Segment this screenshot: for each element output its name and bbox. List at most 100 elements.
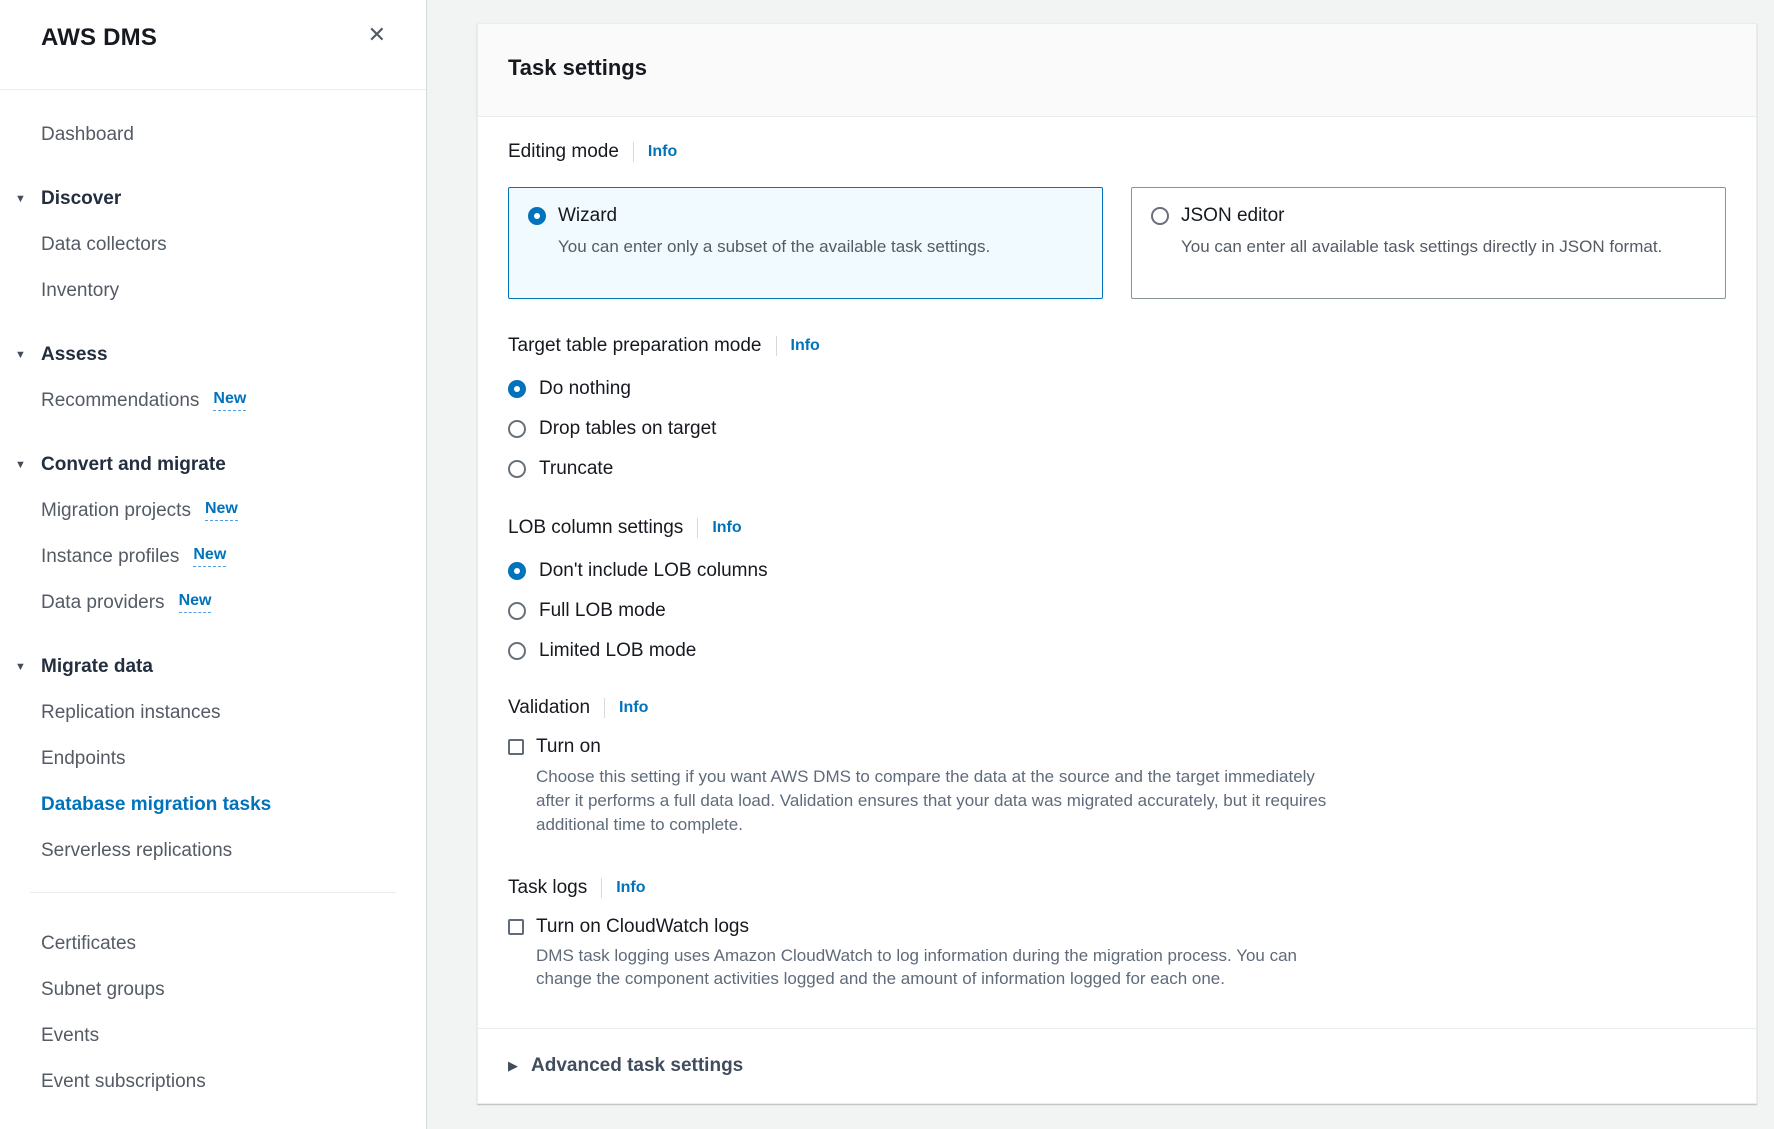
validation-info-link[interactable]: Info bbox=[619, 699, 648, 717]
radio-option-full-lob-mode[interactable]: Full LOB mode bbox=[508, 591, 1726, 631]
new-badge[interactable]: New bbox=[213, 391, 246, 411]
sidebar-item-label: Inventory bbox=[41, 280, 119, 302]
tile-json-editor[interactable]: JSON editor You can enter all available … bbox=[1131, 187, 1726, 299]
radio-icon[interactable] bbox=[508, 642, 526, 660]
sidebar-item-events[interactable]: Events bbox=[0, 1013, 426, 1059]
page-title: Task settings bbox=[508, 53, 1726, 83]
section-header-label: Discover bbox=[41, 188, 121, 210]
tile-wizard[interactable]: Wizard You can enter only a subset of th… bbox=[508, 187, 1103, 299]
radio-selected-icon[interactable] bbox=[528, 207, 546, 225]
sidebar-item-label: Data collectors bbox=[41, 234, 167, 256]
label-divider bbox=[601, 878, 602, 898]
advanced-task-settings-expander[interactable]: ▶ Advanced task settings bbox=[478, 1028, 1756, 1103]
task-logs-label-row: Task logs Info bbox=[508, 877, 1726, 899]
section-header-label: Assess bbox=[41, 344, 108, 366]
checkbox-icon[interactable] bbox=[508, 919, 524, 935]
sidebar-item-migration-projects[interactable]: Migration projects New bbox=[0, 488, 426, 534]
card-body: Editing mode Info Wizard You can enter o… bbox=[478, 117, 1756, 1028]
validation-label: Validation bbox=[508, 697, 590, 719]
sidebar-section-header-discover[interactable]: ▼ Discover bbox=[0, 176, 426, 222]
sidebar-item-endpoints[interactable]: Endpoints bbox=[0, 736, 426, 782]
sidebar-section-header-migrate-data[interactable]: ▼ Migrate data bbox=[0, 644, 426, 690]
sidebar-item-label: Events bbox=[41, 1025, 99, 1047]
sidebar-item-label: Instance profiles bbox=[41, 546, 179, 568]
radio-icon[interactable] bbox=[508, 420, 526, 438]
sidebar-item-replication-instances[interactable]: Replication instances bbox=[0, 690, 426, 736]
checkbox-icon[interactable] bbox=[508, 739, 524, 755]
sidebar-item-database-migration-tasks[interactable]: Database migration tasks bbox=[0, 782, 426, 828]
task-logs-label: Task logs bbox=[508, 877, 587, 899]
radio-option-drop-tables-on-target[interactable]: Drop tables on target bbox=[508, 409, 1726, 449]
sidebar-item-label: Event subscriptions bbox=[41, 1071, 206, 1093]
new-badge[interactable]: New bbox=[193, 547, 226, 567]
target-table-prep-options: Do nothing Drop tables on target Truncat… bbox=[508, 369, 1726, 489]
lob-settings-section: LOB column settings Info Don't include L… bbox=[508, 517, 1726, 671]
validation-label-row: Validation Info bbox=[508, 697, 1726, 719]
sidebar: AWS DMS ✕ Dashboard ▼ Discover Data coll… bbox=[0, 0, 427, 1129]
section-header-label: Migrate data bbox=[41, 656, 153, 678]
editing-mode-info-link[interactable]: Info bbox=[648, 143, 677, 161]
sidebar-item-label: Data providers bbox=[41, 592, 165, 614]
sidebar-header: AWS DMS ✕ bbox=[0, 0, 426, 90]
target-table-prep-info-link[interactable]: Info bbox=[791, 337, 820, 355]
lob-settings-label-row: LOB column settings Info bbox=[508, 517, 1726, 539]
triangle-down-icon: ▼ bbox=[15, 459, 41, 471]
radio-selected-icon[interactable] bbox=[508, 562, 526, 580]
sidebar-section-header-convert-and-migrate[interactable]: ▼ Convert and migrate bbox=[0, 442, 426, 488]
sidebar-item-label: Endpoints bbox=[41, 748, 126, 770]
radio-icon[interactable] bbox=[1151, 207, 1169, 225]
target-table-prep-label: Target table preparation mode bbox=[508, 335, 762, 357]
radio-icon[interactable] bbox=[508, 460, 526, 478]
radio-selected-icon[interactable] bbox=[508, 380, 526, 398]
validation-section: Validation Info Turn on Choose this sett… bbox=[508, 697, 1726, 837]
lob-settings-options: Don't include LOB columns Full LOB mode … bbox=[508, 551, 1726, 671]
label-divider bbox=[697, 518, 698, 538]
task-logs-info-link[interactable]: Info bbox=[616, 879, 645, 897]
task-logs-section: Task logs Info Turn on CloudWatch logs D… bbox=[508, 877, 1726, 990]
validation-turn-on-checkbox-row[interactable]: Turn on bbox=[508, 735, 1726, 759]
sidebar-item-recommendations[interactable]: Recommendations New bbox=[0, 378, 426, 424]
target-table-prep-label-row: Target table preparation mode Info bbox=[508, 335, 1726, 357]
new-badge[interactable]: New bbox=[179, 593, 212, 613]
task-logs-description: DMS task logging uses Amazon CloudWatch … bbox=[536, 944, 1726, 990]
radio-option-do-nothing[interactable]: Do nothing bbox=[508, 369, 1726, 409]
sidebar-item-label: Subnet groups bbox=[41, 979, 165, 1001]
sidebar-item-data-providers[interactable]: Data providers New bbox=[0, 580, 426, 626]
sidebar-item-inventory[interactable]: Inventory bbox=[0, 268, 426, 314]
sidebar-item-label: Replication instances bbox=[41, 702, 221, 724]
radio-option-truncate[interactable]: Truncate bbox=[508, 449, 1726, 489]
main-content: Task settings Editing mode Info Wizard Y… bbox=[427, 0, 1774, 1129]
sidebar-item-dashboard[interactable]: Dashboard bbox=[0, 112, 426, 158]
close-icon[interactable]: ✕ bbox=[366, 22, 388, 48]
sidebar-item-instance-profiles[interactable]: Instance profiles New bbox=[0, 534, 426, 580]
radio-icon[interactable] bbox=[508, 602, 526, 620]
sidebar-item-certificates[interactable]: Certificates bbox=[0, 921, 426, 967]
sidebar-section-discover: ▼ Discover Data collectors Inventory bbox=[0, 176, 426, 314]
sidebar-item-subnet-groups[interactable]: Subnet groups bbox=[0, 967, 426, 1013]
triangle-down-icon: ▼ bbox=[15, 193, 41, 205]
sidebar-section-migrate-data: ▼ Migrate data Replication instances End… bbox=[0, 644, 426, 874]
app-title: AWS DMS bbox=[41, 24, 157, 52]
radio-option-dont-include-lob[interactable]: Don't include LOB columns bbox=[508, 551, 1726, 591]
triangle-down-icon: ▼ bbox=[15, 349, 41, 361]
section-header-label: Convert and migrate bbox=[41, 454, 226, 476]
lob-settings-info-link[interactable]: Info bbox=[712, 519, 741, 537]
triangle-down-icon: ▼ bbox=[15, 661, 41, 673]
tile-json-editor-label: JSON editor bbox=[1181, 204, 1662, 228]
sidebar-item-event-subscriptions[interactable]: Event subscriptions bbox=[0, 1059, 426, 1105]
target-table-prep-section: Target table preparation mode Info Do no… bbox=[508, 335, 1726, 489]
sidebar-item-data-collectors[interactable]: Data collectors bbox=[0, 222, 426, 268]
sidebar-item-serverless-replications[interactable]: Serverless replications bbox=[0, 828, 426, 874]
advanced-task-settings-label: Advanced task settings bbox=[531, 1055, 743, 1077]
tile-wizard-label: Wizard bbox=[558, 204, 990, 228]
sidebar-section-header-assess[interactable]: ▼ Assess bbox=[0, 332, 426, 378]
sidebar-item-label: Serverless replications bbox=[41, 840, 232, 862]
sidebar-item-label: Certificates bbox=[41, 933, 136, 955]
editing-mode-label-row: Editing mode Info bbox=[508, 141, 1726, 163]
triangle-right-icon: ▶ bbox=[508, 1058, 518, 1074]
cloudwatch-logs-checkbox-row[interactable]: Turn on CloudWatch logs bbox=[508, 915, 1726, 939]
new-badge[interactable]: New bbox=[205, 501, 238, 521]
tile-wizard-description: You can enter only a subset of the avail… bbox=[558, 234, 990, 260]
lob-settings-label: LOB column settings bbox=[508, 517, 683, 539]
radio-option-limited-lob-mode[interactable]: Limited LOB mode bbox=[508, 631, 1726, 671]
